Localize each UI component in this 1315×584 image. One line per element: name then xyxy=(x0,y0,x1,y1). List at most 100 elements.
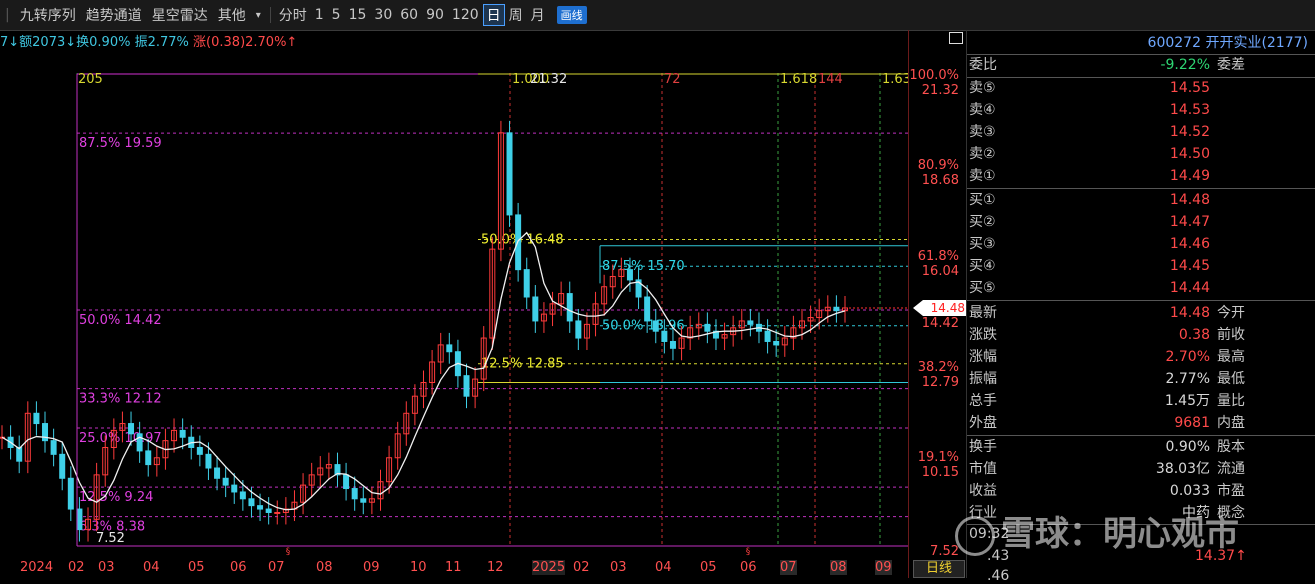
stat-row-5-label: 外盘 xyxy=(969,415,997,431)
candle-body-52 xyxy=(446,344,453,353)
tick-left-2: .46 xyxy=(987,568,1010,584)
toolbar-item-1[interactable]: 趋势通道 xyxy=(81,5,147,25)
kline-chart[interactable]: 87.5% 19.59 50.0% 14.42 33.3% 12.12 25.0% 1… xyxy=(0,50,908,558)
stat-row-2-right: 最高 xyxy=(1217,349,1245,365)
right-axis-price-1: 18.68 xyxy=(921,173,959,189)
x-label-12: 2025 xyxy=(532,560,566,575)
right-axis-pct-3: 38.2% xyxy=(917,359,959,375)
x-label-8: 09 xyxy=(363,560,380,575)
period-label[interactable]: 日线 xyxy=(913,560,965,578)
sell-row-2-value: 14.52 xyxy=(1169,124,1210,140)
x-label-16: 05 xyxy=(700,560,717,575)
x-label-0: 2024 xyxy=(20,560,54,575)
x-label-19: 08 xyxy=(830,560,847,575)
stat-row-1-right: 前收 xyxy=(1217,327,1245,343)
period-5[interactable]: 60 xyxy=(396,7,422,23)
stat2-row-2-right: 市盈 xyxy=(1217,483,1245,499)
candle-body-32 xyxy=(274,511,281,514)
top-label-2: 21.32 xyxy=(530,72,567,87)
x-label-20: 09 xyxy=(875,560,892,575)
stat-row-5-right: 内盘 xyxy=(1217,415,1245,431)
marker-1: § xyxy=(746,547,751,557)
stat-row-0-right: 今开 xyxy=(1217,305,1245,321)
right-axis-tick-1: 80.9% 18.68 xyxy=(918,158,959,188)
period-6[interactable]: 90 xyxy=(422,7,448,23)
period-8[interactable]: 日 xyxy=(482,4,505,26)
price-tag-arrow-icon xyxy=(913,299,923,316)
stat-row-4: 总手 1.45万 量比 xyxy=(967,390,1315,412)
fib-mid-label-1: 12.5% 12.85 xyxy=(481,357,564,372)
chevron-down-icon[interactable]: ▾ xyxy=(251,10,266,21)
stat-row-2-label: 涨幅 xyxy=(969,349,997,365)
stat2-row-0: 换手 0.90% 股本 xyxy=(967,436,1315,458)
marker-0: § xyxy=(286,547,291,557)
x-label-5: 06 xyxy=(230,560,247,575)
watermark-text: 雪球：明心观市 xyxy=(1001,514,1239,554)
candle-body-29 xyxy=(248,498,255,507)
candle-body-90 xyxy=(773,340,780,346)
weibi-row-right: 委差 xyxy=(1217,57,1245,73)
stat2-row-2-value: 0.033 xyxy=(1169,483,1210,499)
candle-body-23 xyxy=(196,446,203,455)
x-label-3: 04 xyxy=(143,560,160,575)
toolbar-item-2[interactable]: 星空雷达 xyxy=(147,5,213,25)
buy-row-1-label: 买② xyxy=(969,214,996,230)
right-axis-price-4: 10.15 xyxy=(921,465,959,481)
fib-left-label-0: 87.5% 19.59 xyxy=(79,136,162,151)
period-1[interactable]: 1 xyxy=(311,7,328,23)
period-2[interactable]: 5 xyxy=(328,7,345,23)
period-7[interactable]: 120 xyxy=(448,7,483,23)
buy-row-1-value: 14.47 xyxy=(1169,214,1210,230)
sell-row-3-label: 卖② xyxy=(969,146,996,162)
info-bar: 7↓额2073↓换0.90% 振2.77% 涨(0.38)2.70%↑ xyxy=(0,31,297,50)
amplitude-text: 振2.77% xyxy=(134,35,189,50)
right-price-axis: 100.0% 21.32 80.9% 18.68 61.8% 16.04 38.2% 12.7… xyxy=(908,30,967,578)
x-label-1: 02 xyxy=(68,560,85,575)
stock-header: 600272 开开实业(2177) xyxy=(1147,35,1308,51)
stat-row-2-value: 2.70% xyxy=(1165,349,1210,365)
period-3[interactable]: 15 xyxy=(345,7,371,23)
window-toggle-icon[interactable] xyxy=(949,32,963,44)
weibi-row-label: 委比 xyxy=(969,57,997,73)
toolbar-item-3[interactable]: 其他 xyxy=(213,5,251,25)
period-9[interactable]: 周 xyxy=(505,5,527,25)
period-4[interactable]: 30 xyxy=(370,7,396,23)
top-label-6: 1.63 xyxy=(882,72,908,87)
sell-row-1-value: 14.53 xyxy=(1169,102,1210,118)
right-axis-tick-2: 61.8% 16.04 xyxy=(918,249,959,279)
x-label-18: 07 xyxy=(780,560,797,575)
draw-line-button[interactable]: 画线 xyxy=(556,6,587,24)
right-axis-price-3: 12.79 xyxy=(921,374,959,390)
candle-body-15 xyxy=(128,423,135,435)
candle-body-54 xyxy=(463,375,470,397)
stat2-row-0-label: 换手 xyxy=(969,439,997,455)
sell-row-0-label: 卖⑤ xyxy=(969,80,996,96)
candle-body-41 xyxy=(351,488,358,500)
top-label-4: 1.618 xyxy=(780,72,817,87)
period-0[interactable]: 分时 xyxy=(275,5,311,25)
sell-row-2-label: 卖③ xyxy=(969,124,996,140)
x-label-17: 06 xyxy=(740,560,757,575)
turnover-text: 换0.90% xyxy=(76,35,131,50)
candle-body-82 xyxy=(704,323,711,332)
stat2-row-1-value: 38.03亿 xyxy=(1155,461,1210,477)
divider-3 xyxy=(967,300,1315,301)
fib-left-label-3: 25.0% 10.97 xyxy=(79,431,162,446)
stat-row-2: 涨幅 2.70% 最高 xyxy=(967,346,1315,368)
candle-body-6 xyxy=(50,440,57,455)
stat-row-0-value: 14.48 xyxy=(1169,305,1210,321)
candle-body-8 xyxy=(67,477,74,510)
stat-row-3-value: 2.77% xyxy=(1165,371,1210,387)
sell-row-2: 卖③ 14.52 xyxy=(967,121,1315,143)
candle-body-21 xyxy=(179,429,186,438)
period-10[interactable]: 月 xyxy=(527,5,549,25)
fib-mid-label-0: 50.0% 16.48 xyxy=(481,233,564,248)
weibi-row-value: -9.22% xyxy=(1160,57,1210,73)
buy-row-3-label: 买④ xyxy=(969,258,996,274)
top-label-3: 72 xyxy=(664,72,681,87)
candle-body-27 xyxy=(231,484,238,493)
toolbar-grip-icon: | xyxy=(5,7,10,23)
toolbar-item-0[interactable]: 九转序列 xyxy=(15,5,81,25)
fib-left-label-2: 33.3% 12.12 xyxy=(79,392,162,407)
x-label-6: 07 xyxy=(268,560,285,575)
